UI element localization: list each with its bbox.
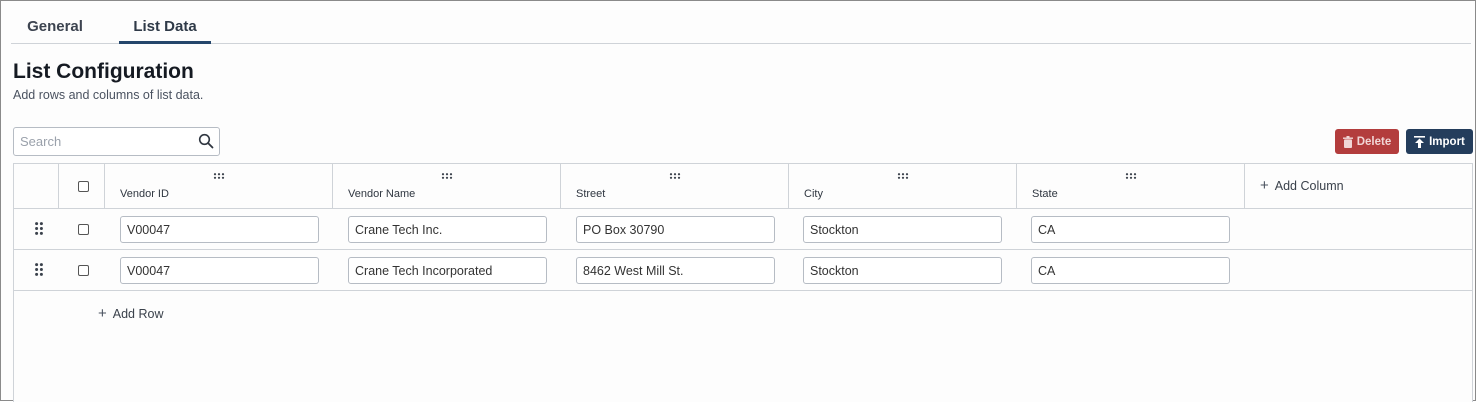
add-row-label: Add Row xyxy=(112,306,164,321)
plus-icon: + xyxy=(1260,177,1269,194)
column-header-vendor-id[interactable]: Vendor ID xyxy=(105,164,332,209)
add-column-button[interactable]: + Add Column xyxy=(1260,178,1344,193)
street-field[interactable] xyxy=(576,216,775,243)
plus-icon: + xyxy=(98,305,107,322)
vendor-id-field[interactable] xyxy=(120,257,319,284)
street-field[interactable] xyxy=(576,257,775,284)
column-divider xyxy=(1244,164,1245,209)
column-header-street[interactable]: Street xyxy=(561,164,788,209)
grip-horizontal-icon[interactable] xyxy=(669,173,681,179)
add-column-label: Add Column xyxy=(1274,178,1344,193)
column-label: Street xyxy=(576,188,606,200)
row-checkbox[interactable] xyxy=(78,265,89,276)
city-field[interactable] xyxy=(803,216,1002,243)
search-input[interactable] xyxy=(14,128,194,155)
row-checkbox[interactable] xyxy=(78,224,89,235)
tab-general[interactable]: General xyxy=(11,8,99,44)
add-row-button[interactable]: + Add Row xyxy=(98,306,164,321)
upload-icon xyxy=(1414,135,1426,148)
drag-handle-icon[interactable] xyxy=(35,263,43,276)
page-subtitle: Add rows and columns of list data. xyxy=(13,88,204,102)
vendor-name-field[interactable] xyxy=(348,257,547,284)
import-label: Import xyxy=(1429,135,1465,148)
search-box xyxy=(13,127,220,156)
table-row xyxy=(14,209,1472,250)
delete-label: Delete xyxy=(1356,135,1392,148)
column-label: State xyxy=(1032,188,1058,200)
column-label: Vendor Name xyxy=(348,188,416,200)
vendor-name-field[interactable] xyxy=(348,216,547,243)
grip-horizontal-icon[interactable] xyxy=(441,173,453,179)
tab-list-data[interactable]: List Data xyxy=(119,8,211,44)
app-window: General List Data List Configuration Add… xyxy=(0,0,1476,402)
grip-horizontal-icon[interactable] xyxy=(1125,173,1137,179)
page-title: List Configuration xyxy=(13,60,194,83)
delete-button[interactable]: Delete xyxy=(1335,129,1399,154)
trash-icon xyxy=(1342,135,1353,148)
state-field[interactable] xyxy=(1031,216,1230,243)
list-data-table: Vendor ID Vendor Name Street City State … xyxy=(13,163,1473,402)
grip-horizontal-icon[interactable] xyxy=(213,173,225,179)
drag-handle-icon[interactable] xyxy=(35,222,43,235)
tab-bar: General List Data xyxy=(11,8,1471,44)
column-label: City xyxy=(804,188,823,200)
search-icon[interactable] xyxy=(198,133,214,149)
vendor-id-field[interactable] xyxy=(120,216,319,243)
column-label: Vendor ID xyxy=(120,188,169,200)
import-button[interactable]: Import xyxy=(1406,129,1473,154)
column-header-vendor-name[interactable]: Vendor Name xyxy=(333,164,560,209)
column-header-city[interactable]: City xyxy=(789,164,1016,209)
column-header-state[interactable]: State xyxy=(1017,164,1244,209)
table-row xyxy=(14,250,1472,291)
grip-horizontal-icon[interactable] xyxy=(897,173,909,179)
column-divider xyxy=(58,164,59,209)
select-all-checkbox[interactable] xyxy=(78,181,89,192)
table-header-row: Vendor ID Vendor Name Street City State … xyxy=(14,164,1472,209)
state-field[interactable] xyxy=(1031,257,1230,284)
city-field[interactable] xyxy=(803,257,1002,284)
